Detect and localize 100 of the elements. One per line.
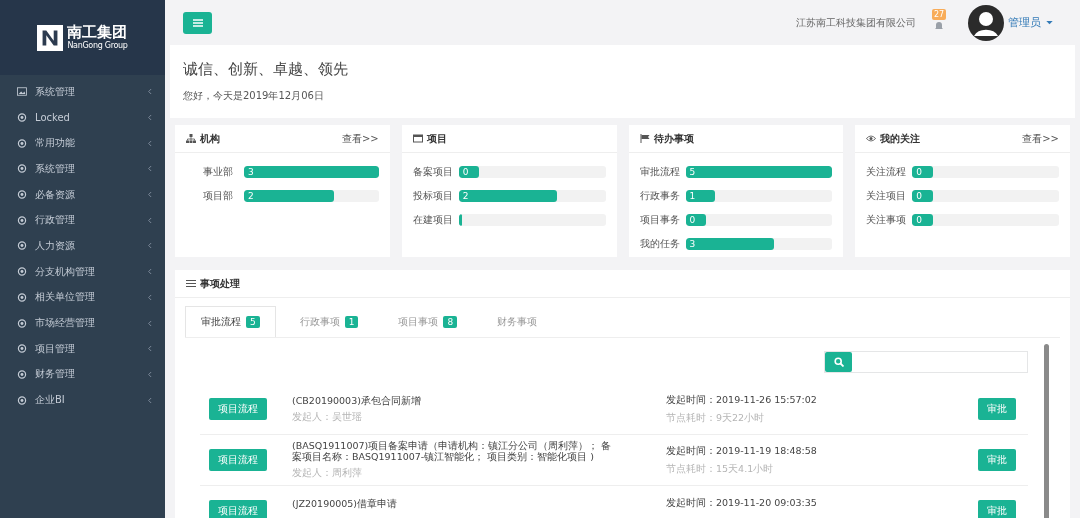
menu-icon — [192, 18, 203, 27]
view-more-link[interactable]: 查看>> — [1022, 131, 1059, 146]
stat-label: 关注事项 — [866, 213, 907, 227]
start-time: 发起时间：2019-11-26 15:57:02 — [666, 393, 818, 407]
menu-item[interactable]: 相关单位管理 — [0, 284, 165, 311]
progress-fill: 0 — [912, 190, 933, 202]
circle-dot-icon — [17, 215, 27, 225]
menu-item[interactable]: Locked — [0, 104, 165, 131]
menu-item[interactable]: 项目管理 — [0, 335, 165, 362]
chevron-icon — [147, 319, 152, 327]
menu-button[interactable] — [183, 11, 212, 34]
chevron-icon — [147, 191, 152, 199]
greeting: 您好，今天是2019年12月06日 — [183, 89, 325, 103]
chevron-icon — [147, 114, 152, 122]
logo-title: 南工集团 — [67, 24, 128, 41]
circle-dot-icon — [17, 344, 27, 354]
stat-label: 项目事务 — [639, 213, 680, 227]
chevron-icon — [147, 268, 152, 276]
menu-item[interactable]: 分支机构管理 — [0, 258, 165, 285]
menu-item[interactable]: 常用功能 — [0, 130, 165, 157]
initiator: 发起人：吴世瑶 — [292, 410, 363, 424]
chevron-icon — [147, 345, 152, 353]
task-title[interactable]: (CB20190003)承包合同新增 — [292, 394, 612, 406]
menu-item[interactable]: 系统管理 — [0, 156, 165, 182]
card-title: 项目 — [426, 131, 447, 146]
logo-subtitle: NanGong Group — [67, 41, 128, 51]
progress-fill: 3 — [685, 238, 774, 250]
avatar-icon[interactable] — [968, 4, 1004, 41]
circle-dot-icon — [17, 318, 27, 328]
menu-item[interactable]: 市场经营管理 — [0, 310, 165, 336]
company-name: 江苏南工科技集团有限公司 — [796, 15, 916, 30]
chevron-icon — [147, 165, 152, 173]
caret-icon — [1046, 20, 1053, 25]
task-title[interactable]: (JZ20190005)借章申请 — [292, 497, 612, 509]
type-tag: 项目流程 — [209, 449, 267, 471]
circle-dot-icon — [17, 267, 27, 277]
stat-label: 审批流程 — [639, 165, 680, 179]
start-time: 发起时间：2019-11-20 09:03:35 — [666, 496, 818, 510]
elapsed-time: 节点耗时：15天4.1小时 — [666, 462, 775, 476]
circle-dot-icon — [17, 164, 27, 174]
progress-fill: 0 — [912, 214, 933, 226]
search-icon — [833, 357, 844, 367]
stat-label: 行政事务 — [639, 189, 680, 203]
stat-label: 我的任务 — [639, 237, 680, 251]
flag-icon — [639, 134, 650, 143]
task-title[interactable]: (BASQ1911007)项目备案申请（申请机构：镇江分公司（周利萍）； 备案项目名称：BASQ1911007-镇江智能化； 项目类别：智能化项目 ) — [292, 440, 612, 462]
search-field[interactable] — [824, 351, 1028, 373]
chevron-icon — [147, 242, 152, 250]
menu-item[interactable]: 系统管理 — [0, 79, 165, 105]
circle-dot-icon — [17, 241, 27, 251]
progress-fill: 0 — [912, 166, 933, 178]
window-icon — [412, 134, 423, 143]
bell-icon[interactable] — [934, 20, 944, 31]
start-time: 发起时间：2019-11-19 18:48:58 — [666, 444, 818, 458]
menu-item[interactable]: 财务管理 — [0, 361, 165, 388]
view-more-link[interactable]: 查看>> — [342, 131, 379, 146]
type-tag: 项目流程 — [209, 500, 267, 518]
type-tag: 项目流程 — [209, 398, 267, 420]
circle-dot-icon — [17, 138, 27, 148]
menu-item[interactable]: 必备资源 — [0, 181, 165, 208]
circle-dot-icon — [17, 395, 27, 405]
list-icon — [186, 279, 196, 288]
menu-item[interactable]: 人力资源 — [0, 233, 165, 259]
logo-icon — [37, 24, 64, 51]
menu-item[interactable]: 行政管理 — [0, 207, 165, 234]
initiator: 发起人：周利萍 — [292, 467, 363, 480]
progress-fill: 1 — [685, 190, 715, 202]
card-title: 待办事项 — [653, 131, 694, 146]
stat-label: 关注流程 — [866, 165, 907, 179]
stat-label: 在建项目 — [412, 213, 453, 227]
chevron-icon — [147, 88, 152, 96]
card-title: 机构 — [200, 131, 220, 146]
progress-fill: 5 — [685, 166, 833, 178]
progress-fill: 2 — [458, 190, 558, 202]
stat-label: 关注项目 — [866, 189, 907, 203]
menu-item[interactable]: 企业BI — [0, 387, 165, 413]
chevron-icon — [147, 139, 152, 147]
stat-label: 事业部 — [202, 165, 233, 179]
progress-fill: 2 — [244, 190, 335, 202]
eye-icon — [866, 134, 877, 143]
notification-badge: 27 — [932, 8, 947, 20]
stat-label: 备案项目 — [412, 165, 453, 179]
image-icon — [17, 87, 27, 97]
circle-dot-icon — [17, 190, 27, 200]
panel-title: 事项处理 — [200, 276, 240, 291]
sitemap-icon — [186, 134, 196, 143]
user-menu[interactable]: 管理员 — [1008, 15, 1041, 30]
progress-fill: 3 — [244, 166, 379, 178]
circle-dot-icon — [17, 113, 27, 123]
progress-fill: 0 — [685, 214, 707, 226]
search-button[interactable] — [825, 352, 852, 372]
chevron-icon — [147, 216, 152, 224]
elapsed-time: 节点耗时：9天22小时 — [666, 411, 766, 425]
chevron-icon — [147, 293, 152, 301]
progress-fill: 0 — [458, 166, 480, 178]
tab[interactable]: 审批流程 5 — [185, 306, 276, 337]
motto: 诚信、创新、卓越、领先 — [183, 60, 349, 79]
chevron-icon — [147, 370, 152, 378]
stat-label: 项目部 — [202, 189, 233, 203]
circle-dot-icon — [17, 292, 27, 302]
